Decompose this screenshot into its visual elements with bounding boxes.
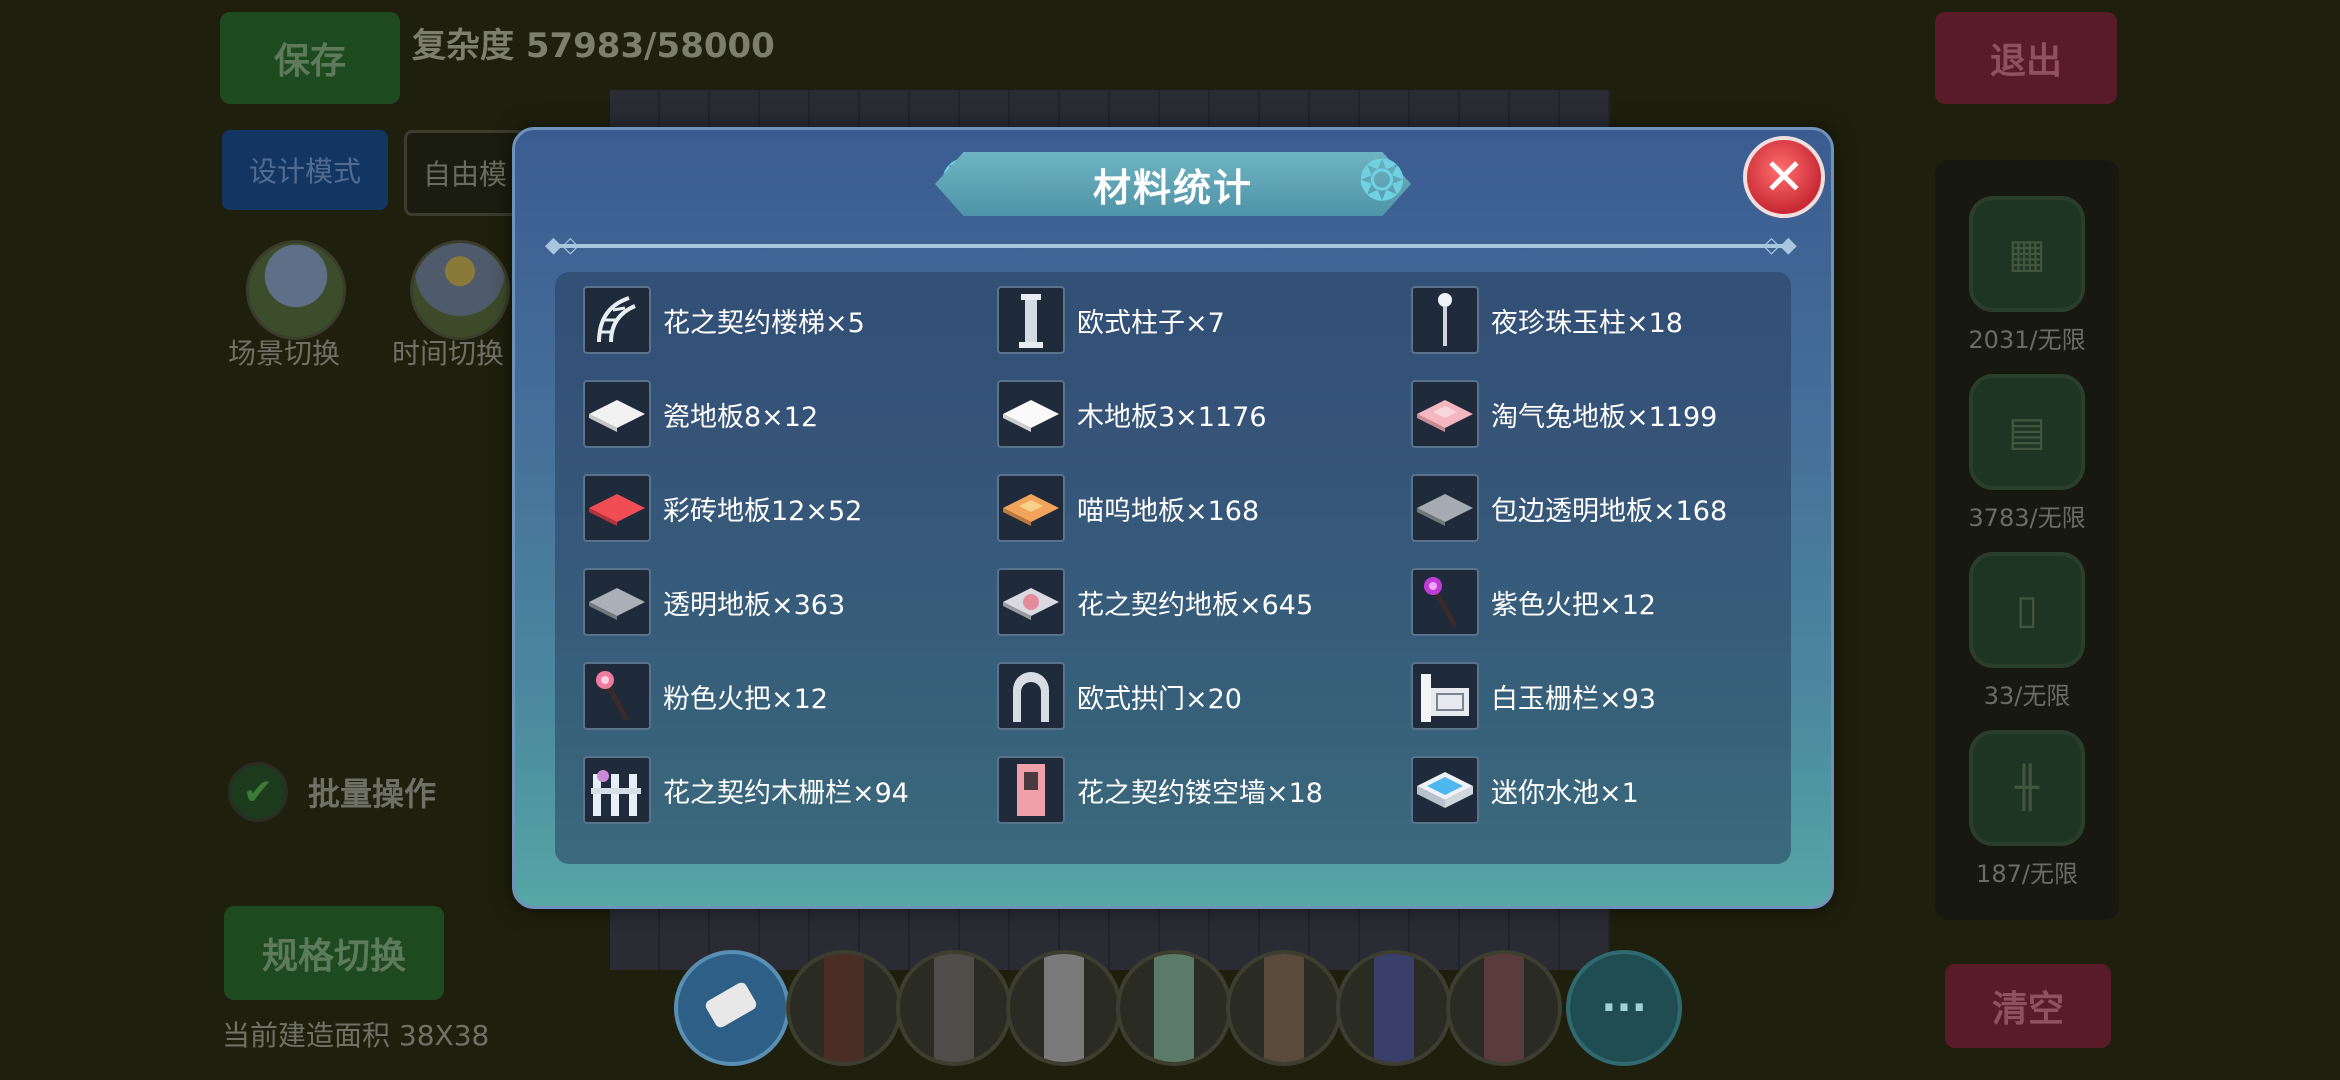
material-item: 包边透明地板×168 xyxy=(1411,474,1811,542)
material-item: 花之契约镂空墙×18 xyxy=(997,756,1397,824)
material-label: 花之契约地板×645 xyxy=(1077,589,1314,621)
material-label: 夜珍珠玉柱×18 xyxy=(1491,307,1683,339)
flower-floor-icon xyxy=(997,568,1065,636)
material-label: 喵呜地板×168 xyxy=(1077,495,1260,527)
material-item: 迷你水池×1 xyxy=(1411,756,1811,824)
material-label: 包边透明地板×168 xyxy=(1491,495,1728,527)
white-floor-icon xyxy=(997,380,1065,448)
orange-floor-icon xyxy=(997,474,1065,542)
material-label: 粉色火把×12 xyxy=(663,683,828,715)
material-item: 彩砖地板12×52 xyxy=(583,474,983,542)
material-item: 花之契约木栅栏×94 xyxy=(583,756,983,824)
material-item: 透明地板×363 xyxy=(583,568,983,636)
material-item: 欧式拱门×20 xyxy=(997,662,1397,730)
material-label: 白玉栅栏×93 xyxy=(1491,683,1656,715)
material-item: 花之契约楼梯×5 xyxy=(583,286,983,354)
wood-fence-icon xyxy=(583,756,651,824)
material-item: 瓷地板8×12 xyxy=(583,380,983,448)
divider xyxy=(555,244,1791,248)
pool-icon xyxy=(1411,756,1479,824)
close-button[interactable]: ✕ xyxy=(1743,136,1825,218)
material-label: 彩砖地板12×52 xyxy=(663,495,863,527)
material-item: 夜珍珠玉柱×18 xyxy=(1411,286,1811,354)
pink-torch-icon xyxy=(583,662,651,730)
dialog-title: 材料统计 xyxy=(935,152,1411,216)
material-item: 木地板3×1176 xyxy=(997,380,1397,448)
material-stats-dialog: ❂ 材料统计 ❂ ✕ ◆◇ ◇◆ 花之契约楼梯×5 欧式柱子×7 夜珍珠玉柱×1… xyxy=(512,127,1834,909)
material-item: 喵呜地板×168 xyxy=(997,474,1397,542)
divider-ornament-icon: ◇◆ xyxy=(1763,233,1797,258)
material-label: 紫色火把×12 xyxy=(1491,589,1656,621)
hollow-wall-icon xyxy=(997,756,1065,824)
purple-torch-icon xyxy=(1411,568,1479,636)
material-label: 淘气兔地板×1199 xyxy=(1491,401,1718,433)
material-label: 透明地板×363 xyxy=(663,589,846,621)
material-item: 淘气兔地板×1199 xyxy=(1411,380,1811,448)
white-floor-icon xyxy=(583,380,651,448)
arch-icon xyxy=(997,662,1065,730)
material-item: 粉色火把×12 xyxy=(583,662,983,730)
swirl-ornament-icon: ❂ xyxy=(1358,148,1406,214)
red-floor-icon xyxy=(583,474,651,542)
stairs-icon xyxy=(583,286,651,354)
material-label: 欧式拱门×20 xyxy=(1077,683,1242,715)
pink-floor-icon xyxy=(1411,380,1479,448)
material-label: 花之契约木栅栏×94 xyxy=(663,777,909,809)
material-label: 欧式柱子×7 xyxy=(1077,307,1225,339)
material-list: 花之契约楼梯×5 欧式柱子×7 夜珍珠玉柱×18 瓷地板8×12 木地板3×11… xyxy=(555,272,1791,864)
material-item: 欧式柱子×7 xyxy=(997,286,1397,354)
material-label: 花之契约楼梯×5 xyxy=(663,307,865,339)
material-item: 花之契约地板×645 xyxy=(997,568,1397,636)
material-label: 瓷地板8×12 xyxy=(663,401,819,433)
material-item: 紫色火把×12 xyxy=(1411,568,1811,636)
material-label: 花之契约镂空墙×18 xyxy=(1077,777,1323,809)
gray-floor-icon xyxy=(583,568,651,636)
pillar-icon xyxy=(997,286,1065,354)
lamp-pillar-icon xyxy=(1411,286,1479,354)
gray-floor-icon xyxy=(1411,474,1479,542)
material-label: 迷你水池×1 xyxy=(1491,777,1639,809)
jade-fence-icon xyxy=(1411,662,1479,730)
material-label: 木地板3×1176 xyxy=(1077,401,1267,433)
material-item: 白玉栅栏×93 xyxy=(1411,662,1811,730)
